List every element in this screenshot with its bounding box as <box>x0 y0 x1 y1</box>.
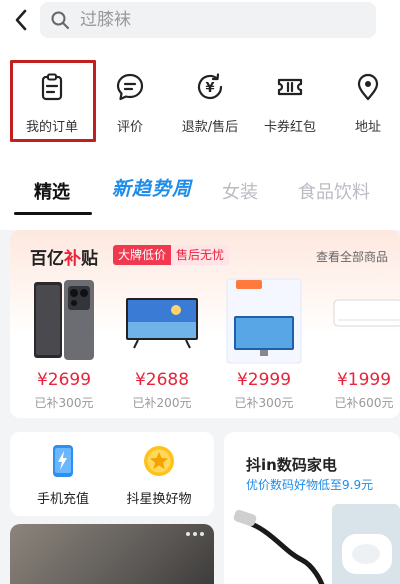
digital-subtitle: 优价数码好物低至9.9元 <box>246 478 374 492</box>
shortcut-reviews[interactable]: 评价 <box>90 62 170 144</box>
back-arrow-icon <box>15 9 27 31</box>
product-subsidy: 已补300元 <box>234 396 294 410</box>
search-icon <box>51 11 69 29</box>
view-all-products-link[interactable]: 查看全部商品 <box>316 248 388 265</box>
search-input[interactable]: 过膝袜 <box>40 2 376 38</box>
page: 过膝袜 我的订单 评价 ¥ 退款/售后 卡券红包 地址 精选 新趋势周 女装 食… <box>0 0 400 584</box>
subsidy-title: 百亿补贴 <box>30 244 98 269</box>
product-price: ¥2688 <box>134 370 190 390</box>
tab-new-trend-week[interactable]: 新趋势周 <box>112 174 192 201</box>
earbuds-product-icon <box>332 504 400 584</box>
product-price: ¥1999 <box>336 370 392 390</box>
product-price: ¥2699 <box>36 370 92 390</box>
back-button[interactable] <box>6 4 36 36</box>
shortcut-label: 卡券红包 <box>263 120 316 135</box>
subsidy-card[interactable]: 百亿补贴 大牌低价 售后无忧 查看全部商品 ¥2699 已补300元 ¥2688… <box>10 230 400 418</box>
digital-title: 抖in数码家电 <box>246 456 337 474</box>
service-star-exchange[interactable]: 抖星换好物 <box>114 442 204 512</box>
tab-food-drinks[interactable]: 食品饮料 <box>298 178 370 204</box>
huawei-screen-product-icon <box>226 278 302 364</box>
phone-recharge-icon <box>53 445 73 477</box>
ticket-icon <box>277 78 303 96</box>
video-card[interactable] <box>10 524 214 584</box>
tag-big-brand-low-price: 大牌低价 <box>113 245 172 265</box>
subsidy-title-accent: 补 <box>64 249 81 269</box>
product-card[interactable]: ¥2699 已补300元 <box>16 278 112 418</box>
product-price: ¥2999 <box>236 370 292 390</box>
product-card[interactable]: ¥2688 已补200元 <box>114 278 210 418</box>
tab-featured[interactable]: 精选 <box>34 178 70 204</box>
shortcut-label: 退款/售后 <box>181 120 239 135</box>
star-coin-icon <box>144 446 174 476</box>
subsidy-tags: 大牌低价 售后无忧 <box>113 245 230 265</box>
shortcut-coupons[interactable]: 卡券红包 <box>250 62 330 144</box>
service-label: 手机充值 <box>36 492 89 507</box>
product-card[interactable]: ¥1999 已补600元 <box>316 278 400 418</box>
product-subsidy: 已补300元 <box>34 396 94 410</box>
subsidy-title-pre: 百亿 <box>30 249 64 269</box>
shortcut-refund[interactable]: ¥ 退款/售后 <box>170 62 250 144</box>
tab-active-underline <box>14 212 92 215</box>
refund-icon: ¥ <box>197 73 223 100</box>
services-card: 手机充值 抖星换好物 <box>10 432 214 516</box>
location-icon <box>357 73 379 101</box>
svg-text:¥: ¥ <box>205 81 214 96</box>
category-tabs: 精选 新趋势周 女装 食品饮料 <box>0 172 400 218</box>
tag-after-sales: 售后无忧 <box>171 245 230 265</box>
shortcut-label: 评价 <box>116 120 143 135</box>
product-subsidy: 已补600元 <box>334 396 394 410</box>
tab-women[interactable]: 女装 <box>222 178 258 204</box>
service-phone-recharge[interactable]: 手机充值 <box>18 442 108 512</box>
shortcut-address[interactable]: 地址 <box>328 62 400 144</box>
cable-product-icon <box>233 509 325 584</box>
product-subsidy: 已补200元 <box>132 396 192 410</box>
top-section: 过膝袜 我的订单 评价 ¥ 退款/售后 卡券红包 地址 精选 新趋势周 女装 食… <box>0 0 400 230</box>
tv-product-icon <box>126 298 198 349</box>
phone-product-icon <box>34 280 94 360</box>
air-conditioner-product-icon <box>333 299 400 327</box>
comment-icon <box>116 73 144 101</box>
digital-appliances-card[interactable]: 抖in数码家电 优价数码好物低至9.9元 <box>224 432 400 584</box>
search-placeholder: 过膝袜 <box>80 10 131 30</box>
search-bar: 过膝袜 <box>0 0 400 44</box>
subsidy-title-post: 贴 <box>81 249 98 269</box>
product-card[interactable]: ¥2999 已补300元 <box>216 278 312 418</box>
more-options-icon[interactable] <box>186 532 204 536</box>
service-label: 抖星换好物 <box>126 492 192 507</box>
highlight-box <box>10 60 96 142</box>
shortcut-label: 地址 <box>354 120 381 135</box>
